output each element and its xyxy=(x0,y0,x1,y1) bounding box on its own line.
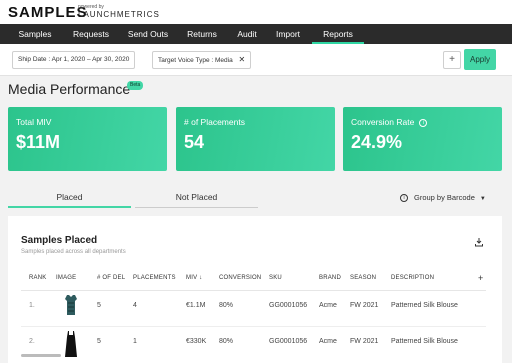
table-cell-miv: €1.1M xyxy=(186,302,206,309)
column-header-sku[interactable]: SKU xyxy=(269,275,282,281)
metric-value: $11M xyxy=(16,132,61,152)
table-cell-conversion: 80% xyxy=(219,338,234,345)
nav-item-reports[interactable]: Reports xyxy=(312,24,364,44)
column-header-conversion[interactable]: CONVERSION xyxy=(219,275,261,281)
info-icon[interactable]: i xyxy=(419,118,428,127)
table-row-rank: 1. xyxy=(29,302,35,309)
horizontal-scrollbar[interactable] xyxy=(21,354,61,357)
table-cell-placements: 1 xyxy=(133,338,137,345)
nav-item-audit[interactable]: Audit xyxy=(230,24,264,44)
placement-tabs: Placed Not Placed xyxy=(8,186,258,208)
samples-placed-panel: Samples Placed Samples placed across all… xyxy=(8,216,502,363)
panel-title: Samples Placed xyxy=(21,235,98,246)
table-cell-sku[interactable]: GG0001056 xyxy=(269,302,307,309)
column-header-del[interactable]: # OF DEL xyxy=(97,275,125,281)
nav-item-samples[interactable]: Samples xyxy=(10,24,60,44)
metric-card-total-miv: Total MIV $11M xyxy=(8,107,167,171)
table-cell-del: 5 xyxy=(97,302,101,309)
table-cell-description: Patterned Silk Blouse xyxy=(391,302,458,309)
close-icon[interactable]: ✕ xyxy=(239,55,246,64)
beta-badge: Beta xyxy=(127,81,144,90)
target-voice-label: Target Voice Type : xyxy=(158,57,214,64)
ship-date-label: Ship Date : xyxy=(18,56,51,63)
metric-value: 54 xyxy=(184,132,205,152)
table-cell-miv: €330K xyxy=(186,338,207,345)
sample-thumbnail[interactable] xyxy=(64,330,78,358)
table-cell-sku[interactable]: GG0001056 xyxy=(269,338,307,345)
column-header-brand[interactable]: BRAND xyxy=(319,275,341,281)
metric-value: 24.9% xyxy=(351,132,403,152)
column-header-miv[interactable]: MIV ↓ xyxy=(186,275,202,281)
metric-label-text: Conversion Rate xyxy=(351,117,415,127)
chevron-down-icon: ▼ xyxy=(479,196,486,202)
apply-button[interactable]: Apply xyxy=(464,49,496,70)
top-bar: SAMPLES powered by LAUNCHMETRICS xyxy=(0,0,512,24)
metric-card-placements: # of Placements 54 xyxy=(176,107,335,171)
info-icon: i xyxy=(400,194,408,203)
logo-brand: LAUNCHMETRICS xyxy=(78,10,160,19)
row-divider xyxy=(21,326,486,327)
nav-item-send-outs[interactable]: Send Outs xyxy=(122,24,174,44)
download-icon[interactable] xyxy=(474,237,484,247)
metric-label: Total MIV xyxy=(16,117,52,127)
metric-label: Conversion Rate i xyxy=(351,117,428,127)
ship-date-value: Apr 1, 2020 – Apr 30, 2020 xyxy=(51,56,130,63)
table-cell-season: FW 2021 xyxy=(350,338,379,345)
header-divider xyxy=(21,290,486,291)
metric-label: # of Placements xyxy=(184,117,245,127)
panel-subtitle: Samples placed across all departments xyxy=(21,249,126,255)
sample-thumbnail[interactable] xyxy=(63,294,79,316)
tab-placed[interactable]: Placed xyxy=(8,186,131,208)
column-header-placements[interactable]: PLACEMENTS xyxy=(133,275,176,281)
nav-item-import[interactable]: Import xyxy=(268,24,308,44)
tab-not-placed[interactable]: Not Placed xyxy=(135,186,258,208)
main-nav: Samples Requests Send Outs Returns Audit… xyxy=(0,24,512,44)
miv-header-label: MIV xyxy=(186,275,198,281)
metric-card-conversion-rate: Conversion Rate i 24.9% xyxy=(343,107,502,171)
table-cell-brand: Acme xyxy=(319,338,337,345)
group-by-label: Group by Barcode xyxy=(414,193,475,202)
column-header-image: IMAGE xyxy=(56,275,77,281)
target-voice-filter[interactable]: Target Voice Type : Media ✕ xyxy=(152,51,252,69)
table-cell-season: FW 2021 xyxy=(350,302,379,309)
app-logo[interactable]: SAMPLES xyxy=(8,4,88,21)
filter-bar: Ship Date : Apr 1, 2020 – Apr 30, 2020 T… xyxy=(0,44,512,76)
table-cell-description: Patterned Silk Blouse xyxy=(391,338,458,345)
table-row-rank: 2. xyxy=(29,338,35,345)
table-cell-del: 5 xyxy=(97,338,101,345)
ship-date-filter[interactable]: Ship Date : Apr 1, 2020 – Apr 30, 2020 xyxy=(12,51,136,69)
column-header-rank[interactable]: RANK xyxy=(29,275,46,281)
table-cell-brand: Acme xyxy=(319,302,337,309)
column-header-description[interactable]: DESCRIPTION xyxy=(391,275,434,281)
nav-item-requests[interactable]: Requests xyxy=(64,24,118,44)
group-by-dropdown[interactable]: i Group by Barcode ▼ xyxy=(400,193,486,203)
target-voice-value: Media xyxy=(214,57,233,64)
page-title: Media Performance xyxy=(8,81,131,97)
table-cell-placements: 4 xyxy=(133,302,137,309)
nav-item-returns[interactable]: Returns xyxy=(178,24,226,44)
column-header-season[interactable]: SEASON xyxy=(350,275,376,281)
sort-arrow-icon[interactable]: ↓ xyxy=(199,275,202,281)
table-cell-conversion: 80% xyxy=(219,302,234,309)
add-filter-button[interactable]: + xyxy=(443,51,461,69)
add-column-button[interactable]: + xyxy=(478,273,483,283)
